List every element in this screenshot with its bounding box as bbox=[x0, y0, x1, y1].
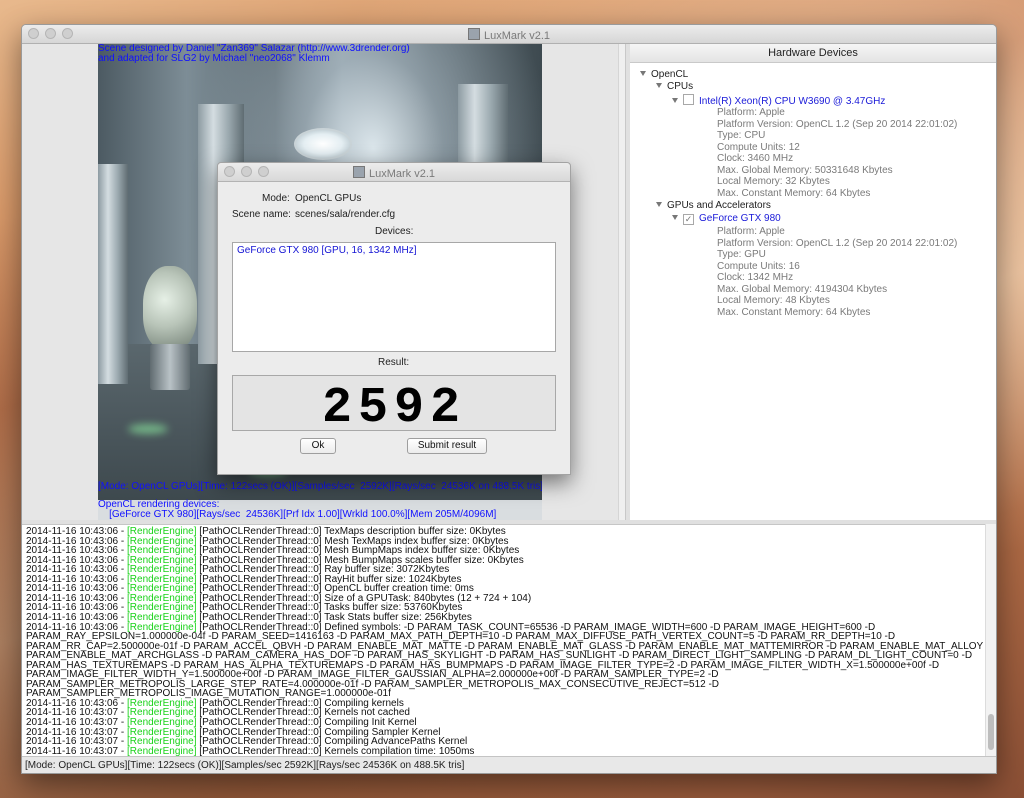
cpu-prop: Compute Units: 12 bbox=[717, 141, 800, 153]
cpu-prop: Clock: 3460 MHz bbox=[717, 153, 794, 164]
render-plant bbox=[143, 266, 197, 350]
disclosure-triangle-icon[interactable] bbox=[672, 215, 678, 220]
result-value: 2592 bbox=[322, 380, 466, 430]
result-display: 2592 bbox=[232, 375, 556, 431]
ok-button[interactable]: Ok bbox=[300, 438, 336, 454]
render-credit-2: and adapted for SLG2 by Michael "neo2068… bbox=[98, 53, 330, 64]
gpu-prop: Platform Version: OpenCL 1.2 (Sep 20 201… bbox=[717, 237, 958, 249]
submit-result-button[interactable]: Submit result bbox=[407, 438, 487, 454]
gpu-prop: Type: GPU bbox=[717, 249, 766, 260]
disclosure-triangle-icon[interactable] bbox=[656, 83, 662, 88]
result-lcd: 2592 bbox=[322, 380, 466, 430]
window-title: LuxMark v2.1 bbox=[22, 28, 996, 42]
disclosure-triangle-icon[interactable] bbox=[672, 98, 678, 103]
cpu-prop: Platform: Apple bbox=[717, 107, 785, 118]
tree-node-gpu-device[interactable]: ✓ GeForce GTX 980 bbox=[672, 213, 781, 225]
main-titlebar[interactable]: LuxMark v2.1 bbox=[22, 25, 996, 44]
log-scrollbar-thumb[interactable] bbox=[988, 714, 994, 750]
app-icon bbox=[467, 28, 480, 40]
gpu-prop: Clock: 1342 MHz bbox=[717, 272, 794, 283]
render-light-spot bbox=[128, 424, 168, 434]
cpu-enable-checkbox[interactable] bbox=[683, 94, 694, 105]
tree-node-gpus[interactable]: GPUs and Accelerators bbox=[656, 200, 771, 211]
render-device-line: [GeForce GTX 980][Rays/sec 24536K][Prf I… bbox=[98, 509, 497, 520]
result-label: Result: bbox=[378, 357, 410, 368]
cpu-prop: Max. Global Memory: 50331648 Kbytes bbox=[717, 164, 893, 176]
tree-node-opencl[interactable]: OpenCL bbox=[640, 69, 688, 80]
gpu-enable-checkbox[interactable]: ✓ bbox=[683, 214, 694, 225]
log-line: 2014-11-16 10:43:07 - [RenderEngine] [Pa… bbox=[26, 745, 475, 757]
cpu-prop: Max. Constant Memory: 64 Kbytes bbox=[717, 187, 871, 199]
render-pot bbox=[150, 344, 190, 390]
gpu-prop: Local Memory: 48 Kbytes bbox=[717, 295, 830, 306]
devices-list-item[interactable]: GeForce GTX 980 [GPU, 16, 1342 MHz] bbox=[237, 245, 417, 256]
disclosure-triangle-icon[interactable] bbox=[656, 202, 662, 207]
log-panel[interactable]: 2014-11-16 10:43:06 - [RenderEngine] [Pa… bbox=[22, 524, 996, 757]
log-timestamp: 2014-11-16 10:43:07 - bbox=[26, 745, 128, 757]
hardware-devices-header: Hardware Devices bbox=[630, 44, 996, 63]
devices-label: Devices: bbox=[375, 226, 414, 237]
render-skylight bbox=[294, 128, 352, 160]
scene-name-label: Scene name: bbox=[232, 209, 291, 220]
render-stats-line: [Mode: OpenCL GPUs][Time: 122secs (OK)][… bbox=[98, 481, 542, 492]
status-bar: [Mode: OpenCL GPUs][Time: 122secs (OK)][… bbox=[22, 756, 996, 773]
dialog-titlebar[interactable]: LuxMark v2.1 bbox=[218, 163, 570, 182]
gpu-prop: Platform: Apple bbox=[717, 226, 785, 237]
tree-node-cpus[interactable]: CPUs bbox=[656, 81, 693, 92]
cpu-prop: Type: CPU bbox=[717, 130, 766, 141]
log-scrollbar[interactable] bbox=[985, 524, 996, 756]
tree-node-cpu-device[interactable]: Intel(R) Xeon(R) CPU W3690 @ 3.47GHz bbox=[672, 94, 885, 107]
app-icon bbox=[352, 166, 365, 178]
dialog-title: LuxMark v2.1 bbox=[218, 166, 570, 180]
cpu-prop: Platform Version: OpenCL 1.2 (Sep 20 201… bbox=[717, 118, 958, 130]
gpu-prop: Compute Units: 16 bbox=[717, 260, 800, 272]
cpu-prop: Local Memory: 32 Kbytes bbox=[717, 176, 830, 187]
devices-list[interactable]: GeForce GTX 980 [GPU, 16, 1342 MHz] bbox=[232, 242, 556, 352]
hardware-devices-panel: Hardware Devices OpenCL CPUs Intel(R) Xe… bbox=[630, 44, 996, 520]
log-message: [PathOCLRenderThread::0] Kernels compila… bbox=[196, 745, 475, 757]
mode-label: Mode: bbox=[262, 193, 290, 204]
scene-name-value: scenes/sala/render.cfg bbox=[295, 209, 396, 220]
mode-value: OpenCL GPUs bbox=[295, 193, 362, 204]
gpu-prop: Max. Global Memory: 4194304 Kbytes bbox=[717, 283, 888, 295]
result-dialog: LuxMark v2.1 Mode: OpenCL GPUs Scene nam… bbox=[217, 162, 571, 475]
log-tag: [RenderEngine] bbox=[127, 745, 197, 757]
render-pillar bbox=[98, 164, 128, 384]
gpu-prop: Max. Constant Memory: 64 Kbytes bbox=[717, 306, 871, 318]
disclosure-triangle-icon[interactable] bbox=[640, 71, 646, 76]
